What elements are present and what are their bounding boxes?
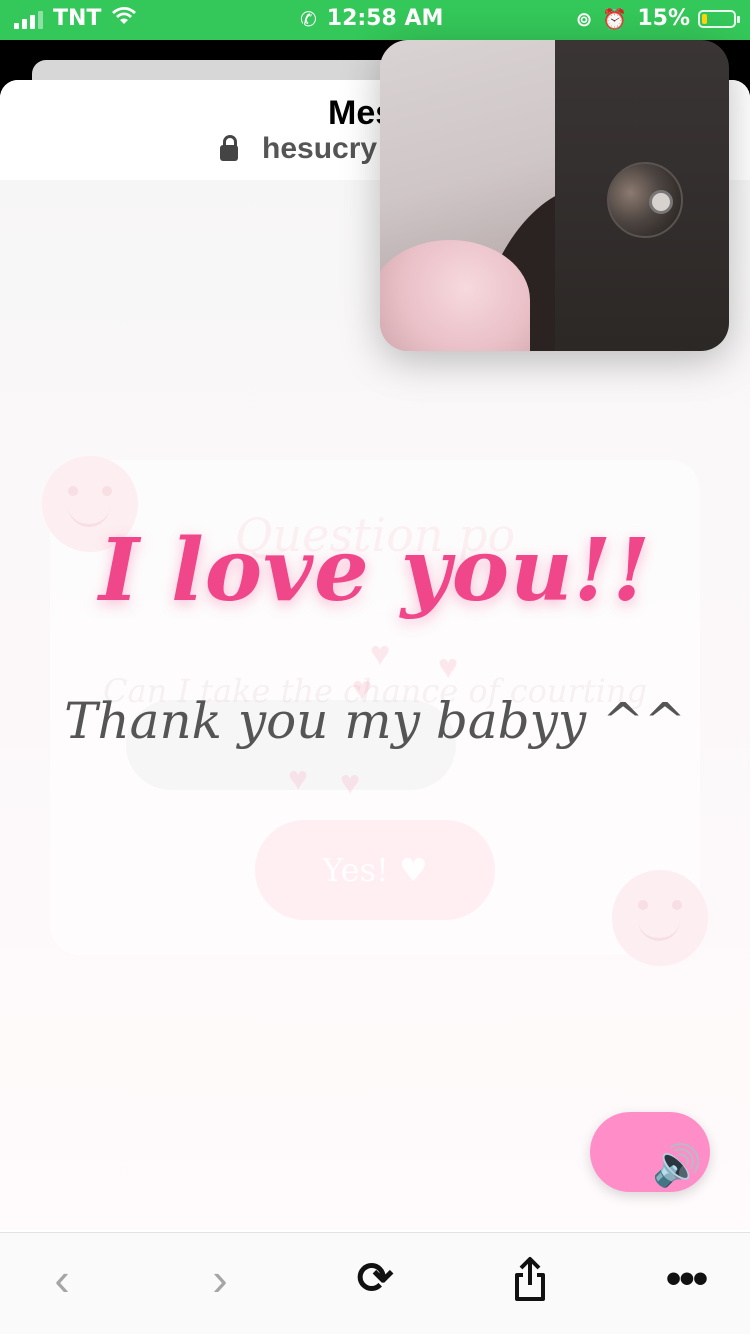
reload-button[interactable]: ⟳: [345, 1251, 405, 1307]
status-right: ⊚ ⏰ 15%: [575, 6, 740, 31]
yes-button[interactable]: Yes! ♥: [255, 820, 495, 920]
screen: TNT ✆ 12:58 AM ⊚ ⏰ 15% Question po Can I…: [0, 0, 750, 1334]
smiley-right-icon: [612, 870, 708, 966]
more-options-button[interactable]: •••: [656, 1251, 716, 1307]
yes-button-label: Yes!: [322, 851, 389, 889]
status-left: TNT: [14, 6, 137, 31]
status-time: 12:58 AM: [326, 6, 444, 31]
ellipsis-icon: •••: [665, 1254, 708, 1303]
lock-icon: [220, 135, 238, 161]
url-text: hesucry: [262, 132, 378, 165]
chevron-right-icon: ›: [212, 1253, 228, 1305]
battery-icon: [698, 9, 740, 28]
chevron-left-icon: ‹: [54, 1253, 70, 1305]
battery-percent: 15%: [637, 6, 690, 31]
rotation-lock-icon: ⊚: [575, 6, 593, 31]
share-button[interactable]: [500, 1251, 560, 1307]
alarm-icon: ⏰: [602, 6, 628, 31]
heart-icon: ♥: [438, 648, 459, 686]
share-icon: [510, 1257, 550, 1307]
carrier-label: TNT: [53, 6, 102, 31]
browser-toolbar: ‹ › ⟳ •••: [0, 1232, 750, 1334]
caller-avatar: [607, 162, 683, 238]
love-headline: I love you!!: [98, 520, 652, 621]
status-center: ✆ 12:58 AM: [300, 6, 443, 31]
self-video-feed: [380, 40, 651, 351]
heart-icon: ♥: [370, 635, 391, 673]
forward-button[interactable]: ›: [190, 1251, 250, 1307]
status-bar: TNT ✆ 12:58 AM ⊚ ⏰ 15%: [0, 0, 750, 40]
cellular-signal-icon: [14, 9, 43, 29]
facetime-pip-window[interactable]: [380, 40, 729, 351]
speaker-icon: 🔊: [652, 1144, 702, 1188]
refresh-icon: ⟳: [356, 1254, 394, 1303]
back-button[interactable]: ‹: [32, 1251, 92, 1307]
wifi-icon: [111, 6, 137, 31]
address-bar[interactable]: hesucry: [220, 132, 377, 166]
sound-toggle-button[interactable]: 🔊: [590, 1112, 710, 1192]
thank-you-message: Thank you my babyy ^^: [64, 692, 686, 750]
phone-call-icon[interactable]: ✆: [300, 7, 317, 31]
